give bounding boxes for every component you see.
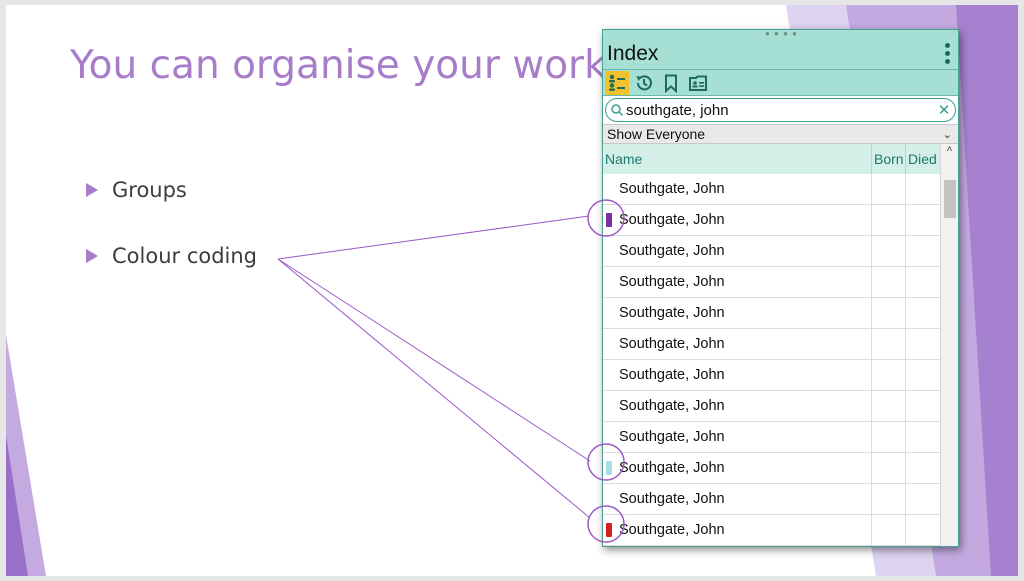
person-name-text: Southgate, John <box>619 274 725 290</box>
more-options-icon[interactable] <box>942 43 952 64</box>
person-name-cell: Southgate, John <box>603 298 871 328</box>
born-cell <box>871 515 905 545</box>
born-cell <box>871 298 905 328</box>
person-card-icon[interactable] <box>686 71 710 95</box>
clear-search-icon[interactable]: ✕ <box>937 101 951 119</box>
bullet-groups: Groups <box>86 178 187 202</box>
person-name-text: Southgate, John <box>619 398 725 414</box>
table-header: Name Born Died <box>603 144 941 174</box>
people-list-icon[interactable] <box>605 70 629 95</box>
born-cell <box>871 360 905 390</box>
person-name-cell: Southgate, John <box>603 515 871 545</box>
grip-dots-icon: ● ● ● ● <box>765 29 798 38</box>
colour-code-marker <box>606 523 612 537</box>
table-row[interactable]: Southgate, John <box>603 453 941 484</box>
died-cell <box>905 267 941 297</box>
born-cell <box>871 174 905 204</box>
died-cell <box>905 422 941 452</box>
bullet-text: Colour coding <box>112 244 258 268</box>
person-name-cell: Southgate, John <box>603 484 871 514</box>
search-input[interactable] <box>624 101 937 119</box>
scroll-thumb[interactable] <box>944 180 956 218</box>
person-name-text: Southgate, John <box>619 367 725 383</box>
table-row[interactable]: Southgate, John <box>603 174 941 205</box>
panel-titlebar: Index <box>603 38 958 70</box>
search-box[interactable]: ✕ <box>605 98 956 122</box>
person-name-cell: Southgate, John <box>603 205 871 235</box>
born-cell <box>871 453 905 483</box>
born-cell <box>871 329 905 359</box>
colour-code-marker <box>606 461 612 475</box>
bullet-text: Groups <box>112 178 187 202</box>
person-name-cell: Southgate, John <box>603 267 871 297</box>
died-cell <box>905 298 941 328</box>
bullet-colour-coding: Colour coding <box>86 244 257 268</box>
died-cell <box>905 515 941 545</box>
died-cell <box>905 484 941 514</box>
table-row[interactable]: Southgate, John <box>603 236 941 267</box>
person-name-cell: Southgate, John <box>603 174 871 204</box>
person-name-text: Southgate, John <box>619 305 725 321</box>
person-name-text: Southgate, John <box>619 429 725 445</box>
born-cell <box>871 484 905 514</box>
person-name-text: Southgate, John <box>619 243 725 259</box>
person-name-text: Southgate, John <box>619 336 725 352</box>
slide-title: You can organise your work <box>70 43 607 88</box>
person-name-cell: Southgate, John <box>603 329 871 359</box>
died-cell <box>905 236 941 266</box>
person-name-cell: Southgate, John <box>603 391 871 421</box>
panel-drag-handle[interactable]: ● ● ● ● <box>603 30 958 38</box>
table-body: Southgate, John Southgate, John Southgate,… <box>603 174 941 546</box>
table-row[interactable]: Southgate, John <box>603 422 941 453</box>
bullet-arrow-icon <box>86 249 98 263</box>
person-name-text: Southgate, John <box>619 491 725 507</box>
table-row[interactable]: Southgate, John <box>603 515 941 546</box>
died-cell <box>905 453 941 483</box>
person-name-cell: Southgate, John <box>603 236 871 266</box>
died-cell <box>905 205 941 235</box>
chevron-down-icon: ⌄ <box>942 128 952 141</box>
table-row[interactable]: Southgate, John <box>603 360 941 391</box>
person-name-text: Southgate, John <box>619 522 725 538</box>
vertical-scrollbar[interactable]: ˄ <box>940 144 958 546</box>
filter-dropdown[interactable]: Show Everyone ⌄ <box>603 124 958 144</box>
column-header-name[interactable]: Name <box>603 151 871 167</box>
table-row[interactable]: Southgate, John <box>603 484 941 515</box>
born-cell <box>871 267 905 297</box>
person-name-cell: Southgate, John <box>603 422 871 452</box>
table-row[interactable]: Southgate, John <box>603 298 941 329</box>
scroll-up-icon[interactable]: ˄ <box>941 144 958 158</box>
column-header-born[interactable]: Born <box>871 144 905 174</box>
index-table: Name Born Died Southgate, John Southgate,… <box>603 144 958 546</box>
person-name-cell: Southgate, John <box>603 360 871 390</box>
filter-selected-value: Show Everyone <box>607 126 706 142</box>
person-name-text: Southgate, John <box>619 181 725 197</box>
table-row[interactable]: Southgate, John <box>603 329 941 360</box>
colour-code-marker <box>606 213 612 227</box>
person-name-text: Southgate, John <box>619 460 725 476</box>
table-row[interactable]: Southgate, John <box>603 205 941 236</box>
person-name-text: Southgate, John <box>619 212 725 228</box>
died-cell <box>905 174 941 204</box>
index-panel: ● ● ● ● Index southgate, john ✕ Show Eve… <box>602 29 959 547</box>
bookmark-icon[interactable] <box>659 71 683 95</box>
panel-title: Index <box>607 41 659 65</box>
panel-toolbar <box>603 70 958 96</box>
born-cell <box>871 205 905 235</box>
person-name-cell: Southgate, John <box>603 453 871 483</box>
table-row[interactable]: Southgate, John <box>603 267 941 298</box>
born-cell <box>871 422 905 452</box>
born-cell <box>871 391 905 421</box>
born-cell <box>871 236 905 266</box>
died-cell <box>905 391 941 421</box>
search-row: ✕ <box>603 96 958 124</box>
history-icon[interactable] <box>632 71 656 95</box>
table-row[interactable]: Southgate, John <box>603 391 941 422</box>
search-icon <box>611 104 624 117</box>
died-cell <box>905 360 941 390</box>
column-header-died[interactable]: Died <box>905 144 941 174</box>
bullet-arrow-icon <box>86 183 98 197</box>
died-cell <box>905 329 941 359</box>
